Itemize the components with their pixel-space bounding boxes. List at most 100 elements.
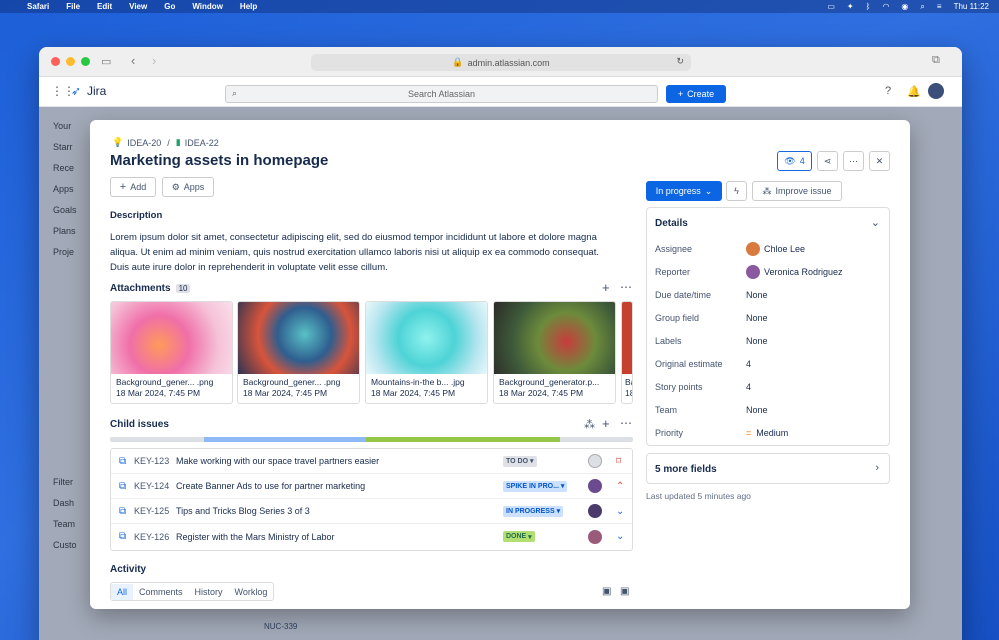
- search-icon: ⌕: [232, 88, 238, 98]
- attachments-more-icon[interactable]: ⋯: [620, 280, 632, 294]
- description-text[interactable]: Lorem ipsum dolor sit amet, consectetur …: [110, 230, 615, 275]
- help-icon[interactable]: ?: [885, 85, 891, 97]
- child-summary[interactable]: Make working with our space travel partn…: [176, 456, 379, 466]
- profile-avatar[interactable]: [928, 83, 944, 99]
- display-icon[interactable]: ▭: [827, 2, 835, 11]
- breadcrumb-parent[interactable]: IDEA-20: [127, 138, 161, 148]
- menu-window[interactable]: Window: [192, 2, 223, 11]
- tab-comments[interactable]: Comments: [133, 584, 189, 600]
- sidebar-toggle-icon[interactable]: ▭: [101, 55, 111, 68]
- menubar-clock[interactable]: Thu 11:22: [954, 2, 989, 11]
- attachment-card[interactable]: Mountains-in-the b... .jpg 18 Mar 2024, …: [365, 301, 488, 404]
- tab-all[interactable]: All: [111, 583, 134, 600]
- status-badge[interactable]: SPIKE IN PRO... ▾: [503, 480, 568, 492]
- child-summary[interactable]: Create Banner Ads to use for partner mar…: [176, 481, 365, 491]
- watch-button[interactable]: 👁 4: [777, 151, 812, 171]
- attachment-card[interactable]: Background_generator.p... 18 Mar 2024, 7…: [493, 301, 616, 404]
- status-badge[interactable]: TO DO ▾: [503, 455, 537, 467]
- tab-worklog[interactable]: Worklog: [229, 584, 274, 600]
- details-heading[interactable]: Details: [655, 218, 688, 229]
- status-transition-button[interactable]: In progress ⌄: [646, 181, 722, 201]
- issue-title[interactable]: Marketing assets in homepage: [110, 152, 328, 169]
- zoom-window-button[interactable]: [81, 57, 90, 66]
- user-icon[interactable]: ◉: [901, 2, 908, 11]
- child-key[interactable]: KEY-125: [134, 506, 169, 516]
- priority-low-icon: ⌄: [616, 531, 625, 542]
- status-button-label: In progress: [655, 186, 701, 196]
- attachment-card[interactable]: Background_gener... .png 18 Mar 2024, 7:…: [110, 301, 233, 404]
- apps-label: Apps: [183, 182, 205, 192]
- avatar[interactable]: [588, 504, 602, 518]
- subtask-icon: ⧉: [119, 455, 127, 467]
- close-modal-button[interactable]: ✕: [869, 151, 890, 171]
- field-value[interactable]: None: [746, 313, 768, 323]
- status-badge[interactable]: DONE ▾: [503, 531, 535, 542]
- table-row[interactable]: ⧉ KEY-126 Register with the Mars Ministr…: [111, 524, 632, 549]
- watch-count: 4: [799, 156, 805, 166]
- image-icon[interactable]: ▣: [602, 586, 611, 597]
- avatar[interactable]: [588, 529, 602, 544]
- child-key[interactable]: KEY-123: [134, 456, 169, 466]
- field-value[interactable]: None: [746, 336, 768, 346]
- tabs-overview-icon[interactable]: ⧉: [932, 54, 940, 67]
- notifications-icon[interactable]: 🔔: [907, 85, 921, 98]
- reporter-value[interactable]: Veronica Rodriguez: [746, 265, 843, 279]
- ai-sparkle-icon[interactable]: ⁂: [584, 418, 595, 431]
- priority-value[interactable]: = Medium: [746, 428, 788, 438]
- avatar[interactable]: [588, 479, 602, 493]
- address-bar[interactable]: 🔒 admin.atlassian.com ↻: [311, 54, 691, 71]
- more-actions-button[interactable]: ⋯: [843, 151, 864, 171]
- share-button[interactable]: ⋖: [817, 151, 838, 171]
- spotlight-icon[interactable]: ⌕: [920, 2, 924, 12]
- menu-help[interactable]: Help: [240, 2, 257, 11]
- search-input[interactable]: ⌕ Search Atlassian: [225, 85, 658, 103]
- breadcrumb-current[interactable]: IDEA-22: [185, 138, 219, 148]
- attachment-card[interactable]: Background_gener... .png 18 Mar 2024, 7:…: [237, 301, 360, 404]
- child-key[interactable]: KEY-126: [134, 532, 169, 542]
- field-value[interactable]: None: [746, 290, 768, 300]
- child-more-icon[interactable]: ⋯: [620, 416, 632, 430]
- menu-edit[interactable]: Edit: [97, 2, 112, 11]
- child-key[interactable]: KEY-124: [134, 481, 169, 491]
- close-window-button[interactable]: [51, 57, 60, 66]
- add-child-icon[interactable]: +: [602, 416, 610, 431]
- tab-history[interactable]: History: [189, 584, 229, 600]
- field-value[interactable]: 4: [746, 359, 751, 369]
- more-fields-button[interactable]: 5 more fields ›: [646, 453, 890, 484]
- reload-icon[interactable]: ↻: [676, 56, 684, 67]
- add-label: Add: [130, 182, 147, 192]
- control-center-icon[interactable]: ≡: [937, 2, 942, 11]
- child-summary[interactable]: Register with the Mars Ministry of Labor: [176, 532, 335, 542]
- status-badge[interactable]: IN PROGRESS ▾: [503, 505, 564, 517]
- child-summary[interactable]: Tips and Tricks Blog Series 3 of 3: [176, 506, 310, 516]
- add-attachment-icon[interactable]: +: [602, 280, 610, 295]
- add-button[interactable]: + Add: [110, 177, 156, 197]
- attachment-date: 18 Mar 2024, 7:45 PM: [116, 388, 201, 398]
- automation-button[interactable]: ϟ: [726, 181, 747, 201]
- back-icon[interactable]: ‹: [131, 53, 135, 68]
- forward-icon[interactable]: ›: [152, 53, 156, 68]
- menu-go[interactable]: Go: [164, 2, 175, 11]
- menu-safari[interactable]: Safari: [27, 2, 49, 11]
- image-icon[interactable]: ▣: [620, 586, 629, 597]
- jira-logo-text[interactable]: Jira: [87, 84, 106, 98]
- improve-issue-button[interactable]: ⁂ Improve issue: [752, 181, 842, 201]
- create-button[interactable]: + Create: [666, 85, 726, 103]
- assignee-value[interactable]: Chloe Lee: [746, 242, 805, 256]
- table-row[interactable]: ⧉ KEY-124 Create Banner Ads to use for p…: [111, 474, 632, 499]
- menu-file[interactable]: File: [66, 2, 80, 11]
- attachment-name: Background_generator.p...: [499, 377, 600, 387]
- field-value[interactable]: None: [746, 405, 768, 415]
- bluetooth-icon[interactable]: ᛒ: [866, 2, 871, 11]
- chevron-down-icon[interactable]: ⌄: [871, 216, 880, 229]
- field-value[interactable]: 4: [746, 382, 751, 392]
- menu-view[interactable]: View: [129, 2, 147, 11]
- accessibility-icon[interactable]: ✦: [847, 2, 854, 11]
- table-row[interactable]: ⧉ KEY-125 Tips and Tricks Blog Series 3 …: [111, 499, 632, 524]
- apps-button[interactable]: ⚙ Apps: [162, 177, 214, 197]
- table-row[interactable]: ⧉ KEY-123 Make working with our space tr…: [111, 449, 632, 474]
- avatar[interactable]: [588, 454, 602, 468]
- minimize-window-button[interactable]: [66, 57, 75, 66]
- wifi-icon[interactable]: ◠: [882, 2, 889, 11]
- attachment-card[interactable]: Ba 18: [621, 301, 633, 404]
